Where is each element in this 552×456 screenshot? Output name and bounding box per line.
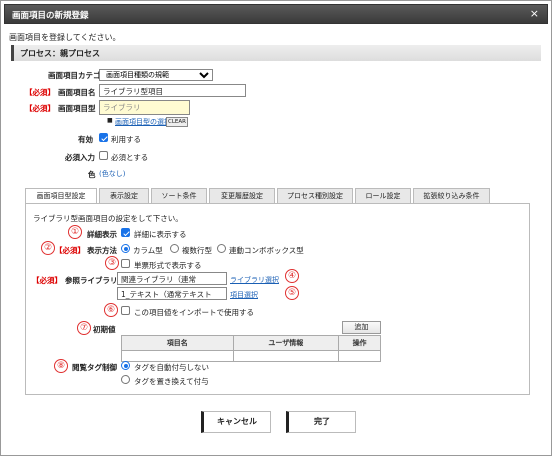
table-row [121,350,381,362]
tab-item-type-settings[interactable]: 画面項目型設定 [25,188,97,204]
grid-header-action: 操作 [338,335,381,351]
display-option-column: カラム型 [133,246,163,255]
tag-option-none: タグを自動付与しない [134,363,209,372]
enabled-label: 有効 [78,135,93,144]
process-header: プロセス：親プロセス [11,45,541,61]
tag-control-label: 閲覧タグ制御 [72,363,117,372]
process-label: プロセス：親プロセス [20,49,100,58]
tab-process-type[interactable]: プロセス種別設定 [277,188,353,204]
tag-radio-none[interactable] [121,361,130,370]
mandatory-checkbox-label: 必須とする [111,153,149,162]
single-form-checkbox[interactable] [121,259,130,268]
type-label: 画面項目型 [58,104,96,113]
display-option-multirow: 複数行型 [182,246,212,255]
title-bar: 画面項目の新規登録 × [4,4,548,24]
ref-item-input[interactable]: 1_テキスト（通常テキスト [117,287,227,300]
dialog: 画面項目の新規登録 × 画面項目を登録してください。 プロセス：親プロセス 画面… [0,0,552,456]
display-radio-combobox[interactable] [217,244,226,253]
single-form-checkbox-label: 単票形式で表示する [134,261,202,270]
mandatory-label: 必須入力 [65,153,95,162]
name-required-tag: 【必須】 [25,88,55,97]
display-radio-multirow[interactable] [170,244,179,253]
name-input[interactable]: ライブラリ型項目 [99,84,246,97]
display-method-label: 表示方法 [87,246,117,255]
grid-header-user: ユーザ情報 [232,335,340,351]
tab-extended-filter[interactable]: 拡張絞り込み条件 [413,188,490,204]
cancel-button[interactable]: キャンセル [201,411,271,433]
intro-text: 画面項目を登録してください。 [9,33,121,42]
display-option-combobox: 連動コンボボックス型 [229,246,304,255]
initial-value-label: 初期値 [93,325,116,334]
enabled-checkbox[interactable] [99,133,108,142]
marker-7: ⑦ [77,321,91,335]
ref-library-input[interactable]: 関連ライブラリ（連常 [117,272,227,285]
item-select-link[interactable]: 項目選択 [230,290,258,300]
detail-checkbox[interactable] [121,228,130,237]
panel-description: ライブラリ型画面項目の設定をして下さい。 [33,214,183,223]
category-select[interactable]: 画面項目種類の規範 [99,69,213,81]
marker-6: ⑥ [104,303,118,317]
type-select-link[interactable]: 画面項目型の選択 [115,117,171,127]
marker-5: ⑤ [285,286,299,300]
detail-checkbox-label: 詳細に表示する [134,230,187,239]
marker-4: ④ [285,269,299,283]
dialog-title: 画面項目の新規登録 [12,11,89,21]
marker-8: ⑧ [54,359,68,373]
color-label: 色 [88,170,96,179]
add-button[interactable]: 追加 [342,321,381,334]
tag-radio-replace[interactable] [121,375,130,384]
tab-role-settings[interactable]: ロール設定 [355,188,411,204]
display-radio-column[interactable] [121,244,130,253]
mandatory-checkbox[interactable] [99,151,108,160]
name-label: 画面項目名 [58,88,96,97]
tag-option-replace: タグを置き換えて付与 [134,377,209,386]
import-checkbox[interactable] [121,306,130,315]
display-required-tag: 【必須】 [55,246,85,255]
ref-library-label: 参照ライブラリ [65,276,118,285]
marker-3: ③ [105,256,119,270]
clear-button[interactable]: CLEAR [166,117,188,127]
close-icon[interactable]: × [530,7,539,20]
detail-label: 詳細表示 [87,230,117,239]
type-input[interactable]: ライブラリ [99,100,190,115]
tab-sort-conditions[interactable]: ソート条件 [151,188,207,204]
link-bullet-icon: ■ [107,117,113,124]
import-checkbox-label: この項目値をインポートで使用する [134,308,254,317]
done-button[interactable]: 完了 [286,411,356,433]
tab-display-settings[interactable]: 表示設定 [99,188,149,204]
tab-change-history[interactable]: 変更履歴設定 [209,188,275,204]
grid-header-item: 項目名 [121,335,234,351]
library-select-link[interactable]: ライブラリ選択 [230,275,279,285]
ref-required-tag: 【必須】 [32,276,62,285]
type-required-tag: 【必須】 [25,104,55,113]
color-value[interactable]: (色なし) [99,169,125,179]
marker-2: ② [41,241,55,255]
initial-value-table: 項目名 ユーザ情報 操作 [121,335,381,362]
marker-1: ① [68,225,82,239]
enabled-checkbox-label: 利用する [111,135,141,144]
